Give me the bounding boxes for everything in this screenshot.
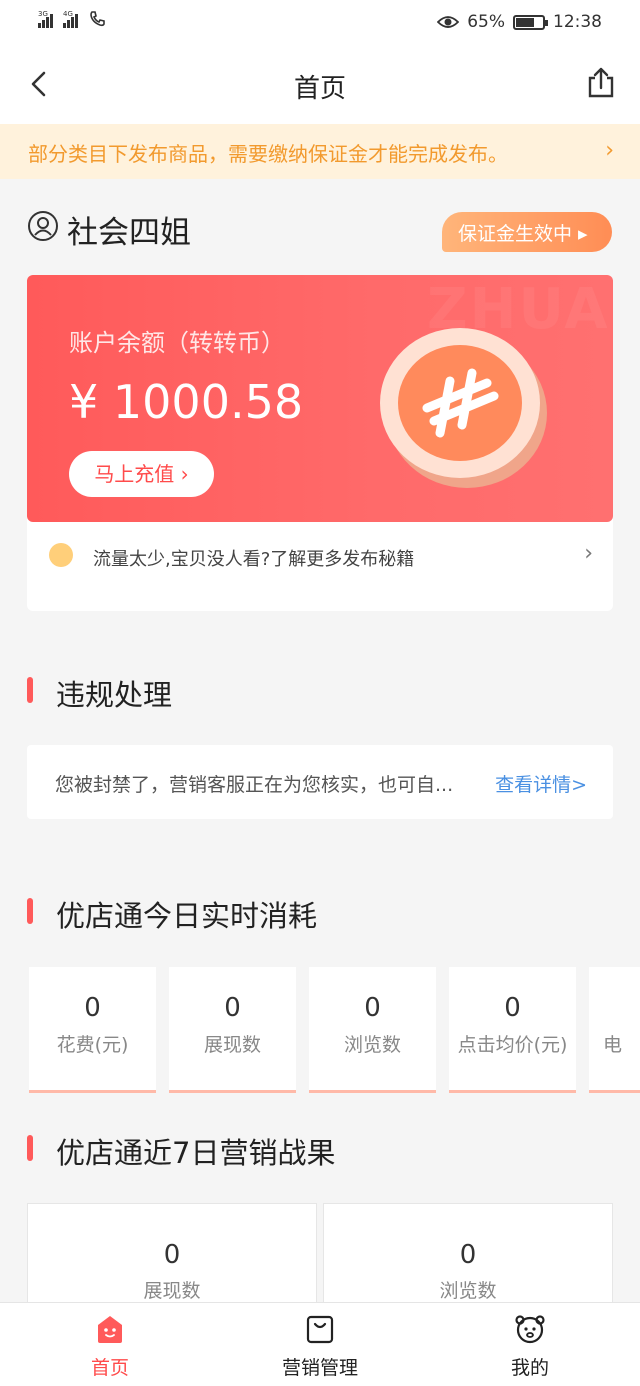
metric-card-partial: 电 <box>589 967 640 1093</box>
balance-card-container: ZHUANZ 账户余额（转转币） ¥ 1000.58 马上充值 › 流量太少,宝… <box>27 275 613 611</box>
tip-text: 流量太少,宝贝没人看?了解更多发布秘籍 <box>93 549 415 570</box>
user-name: 社会四姐 <box>67 215 191 251</box>
bear-face-icon <box>515 1315 545 1344</box>
metric-card: 0 花费(元) <box>29 967 156 1093</box>
metric-card: 0 浏览数 <box>309 967 436 1093</box>
signal-4g-icon: 4G <box>63 10 78 28</box>
chevron-right-icon: › <box>584 541 593 566</box>
home-face-icon <box>98 1316 122 1343</box>
clock: 12:38 <box>553 12 602 32</box>
metric-label: 点击均价(元) <box>457 1034 568 1056</box>
signal-3g-icon: 3G <box>38 10 53 28</box>
coin-icon <box>380 328 547 488</box>
metric-card: 0 点击均价(元) <box>449 967 576 1093</box>
metric-value: 0 <box>84 993 101 1023</box>
metric-value: 0 <box>364 993 381 1023</box>
metric-label: 展现数 <box>203 1034 261 1056</box>
publish-tips-row[interactable]: 流量太少,宝贝没人看?了解更多发布秘籍 › <box>27 537 613 577</box>
deposit-notice-bar[interactable]: 部分类目下发布商品，需要缴纳保证金才能完成发布。 › <box>0 124 640 179</box>
nav-label: 营销管理 <box>281 1357 358 1379</box>
section-title-violation: 违规处理 <box>56 678 173 712</box>
recharge-button[interactable]: 马上充值 › <box>69 451 214 497</box>
violation-message: 您被封禁了，营销客服正在为您核实，也可自... <box>55 774 454 796</box>
week-metric-card: 0 展现数 <box>27 1203 317 1303</box>
chevron-right-icon: › <box>605 138 614 163</box>
notice-text: 部分类目下发布商品，需要缴纳保证金才能完成发布。 <box>28 142 508 166</box>
deposit-status-badge[interactable]: 保证金生效中 ▸ <box>442 212 612 252</box>
metric-value: 0 <box>459 1240 477 1270</box>
metric-label: 展现数 <box>143 1280 201 1302</box>
balance-amount: ¥ 1000.58 <box>69 375 304 429</box>
nav-label: 首页 <box>90 1357 129 1379</box>
bag-icon <box>306 1315 334 1344</box>
page-title: 首页 <box>293 74 346 104</box>
section-accent-bar <box>27 898 33 924</box>
eye-icon <box>437 16 460 28</box>
metric-value: 0 <box>163 1240 181 1270</box>
signal-3g-label: 3G <box>38 10 48 18</box>
nav-item-mine[interactable]: 我的 <box>460 1303 600 1386</box>
signal-indicators: 3G 4G <box>38 10 106 28</box>
section-accent-bar <box>27 677 33 703</box>
metric-label: 浏览数 <box>343 1034 401 1056</box>
section-accent-bar <box>27 1135 33 1161</box>
section-title-today: 优店通今日实时消耗 <box>56 899 318 933</box>
view-details-link[interactable]: 查看详情> <box>495 770 587 797</box>
section-title-week: 优店通近7日营销战果 <box>56 1136 336 1170</box>
nav-label: 我的 <box>510 1357 549 1379</box>
nav-item-home[interactable]: 首页 <box>40 1303 180 1386</box>
balance-card: ZHUANZ 账户余额（转转币） ¥ 1000.58 马上充值 › <box>27 275 613 522</box>
call-icon <box>90 11 105 27</box>
header: 首页 <box>0 46 640 124</box>
nav-item-marketing[interactable]: 营销管理 <box>250 1303 390 1386</box>
status-bar: 3G 4G 65% 12:38 <box>0 0 640 46</box>
battery-icon <box>513 14 548 30</box>
week-metric-card: 0 浏览数 <box>323 1203 613 1303</box>
violation-card: 您被封禁了，营销客服正在为您核实，也可自... 查看详情> <box>27 745 613 819</box>
metric-value: 0 <box>504 993 521 1023</box>
battery-percent: 65% <box>467 12 505 32</box>
status-right: 65% 12:38 <box>437 12 602 32</box>
user-icon <box>28 211 58 241</box>
metric-value: 0 <box>224 993 241 1023</box>
share-icon[interactable] <box>584 66 618 100</box>
smile-icon <box>49 543 73 567</box>
metric-card: 0 展现数 <box>169 967 296 1093</box>
signal-4g-label: 4G <box>63 10 73 18</box>
balance-label: 账户余额（转转币） <box>69 329 285 357</box>
bottom-nav: 首页 营销管理 我的 <box>0 1302 640 1386</box>
metric-label: 电 <box>603 1034 623 1056</box>
metric-label: 浏览数 <box>439 1280 497 1302</box>
metric-label: 花费(元) <box>56 1034 129 1056</box>
